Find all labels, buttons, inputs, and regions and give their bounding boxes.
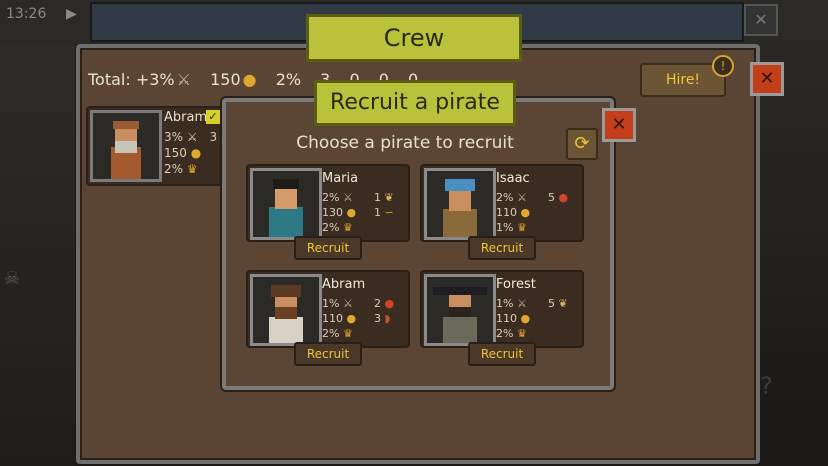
pirate-cost: 110 ●	[496, 206, 531, 219]
pirate-portrait-abram	[250, 274, 322, 346]
swords-icon: ⚔	[342, 297, 353, 310]
trophy-icon: ♛	[516, 327, 527, 340]
hire-alert-icon: !	[712, 55, 734, 77]
swords-icon: ⚔	[516, 297, 527, 310]
background-left	[0, 44, 75, 466]
apple-icon: ●	[384, 297, 395, 310]
pirate-trophy: 2% ♛	[322, 221, 353, 234]
play-icon[interactable]: ▶	[66, 6, 77, 22]
gold-icon: ●	[190, 146, 202, 160]
pirate-combat: 2% ⚔	[322, 191, 353, 204]
member-cost: 150 ●	[164, 146, 202, 160]
help-icon: ?	[760, 372, 773, 400]
wheat-icon: ❦	[384, 191, 394, 204]
swords-icon: ⚔	[176, 70, 191, 89]
pirate-resource: 5 ●	[548, 191, 569, 204]
pirate-combat: 1% ⚔	[496, 297, 527, 310]
background-close-icon[interactable]: ✕	[744, 4, 778, 36]
crew-title: Crew	[306, 14, 522, 62]
pirate-cost: 130 ●	[322, 206, 357, 219]
member-checkbox[interactable]: ✓	[206, 110, 220, 124]
pirate-name: Maria	[322, 171, 359, 186]
trophy-icon: ♛	[516, 221, 527, 234]
meat-icon: ◗	[384, 312, 391, 325]
pirate-cost: 110 ●	[496, 312, 531, 325]
recruit-button[interactable]: Recruit	[294, 342, 362, 366]
gold-icon: ●	[520, 206, 531, 219]
pirate-resource: 3 ◗	[374, 312, 391, 325]
pirate-resource: 1 ❦	[374, 191, 394, 204]
trophy-icon: ♛	[342, 327, 353, 340]
trophy-icon: ♛	[186, 162, 198, 176]
pirate-resource: 5 ❦	[548, 297, 568, 310]
pirate-trophy: 2% ♛	[496, 327, 527, 340]
swords-icon: ⚔	[342, 191, 353, 204]
apple-icon: ●	[558, 191, 569, 204]
swords-icon: ⚔	[516, 191, 527, 204]
pirate-name: Forest	[496, 277, 536, 292]
recruit-close-icon[interactable]: ✕	[602, 108, 636, 142]
pirate-resource: 1 ∽	[374, 206, 394, 219]
pirate-portrait-maria	[250, 168, 322, 240]
refresh-icon[interactable]: ⟳	[566, 128, 598, 160]
gold-icon: ●	[520, 312, 531, 325]
rope-icon: ∽	[384, 206, 394, 219]
wheat-icon: ❦	[558, 297, 568, 310]
pirate-combat: 2% ⚔	[496, 191, 527, 204]
pirate-resource: 2 ●	[374, 297, 395, 310]
pirate-trophy: 2% ♛	[322, 327, 353, 340]
gold-icon: ●	[242, 70, 257, 89]
gold-icon: ●	[346, 206, 357, 219]
pirate-portrait-isaac	[424, 168, 496, 240]
swords-icon: ⚔	[186, 130, 198, 144]
pirate-name: Abram	[322, 277, 366, 292]
gold-count: 150	[210, 70, 241, 89]
recruit-button[interactable]: Recruit	[468, 236, 536, 260]
total-bonus: Total: +3%	[88, 70, 175, 89]
background-right	[756, 44, 828, 466]
game-clock: 13:26	[6, 6, 47, 22]
recruit-title: Recruit a pirate	[314, 80, 516, 126]
member-trophy: 2% ♛	[164, 162, 198, 176]
crew-close-icon[interactable]: ✕	[750, 62, 784, 96]
recruit-subtitle: Choose a pirate to recruit	[296, 133, 514, 153]
pirate-name: Isaac	[496, 171, 530, 186]
member-name: Abram	[164, 110, 208, 125]
recruit-button[interactable]: Recruit	[294, 236, 362, 260]
pirate-cost: 110 ●	[322, 312, 357, 325]
gold-icon: ●	[346, 312, 357, 325]
trophy-icon: ♛	[342, 221, 353, 234]
pirate-combat: 1% ⚔	[322, 297, 353, 310]
member-combat: 3% ⚔ 3	[164, 130, 218, 144]
skull-icon: ☠	[4, 268, 21, 289]
pirate-trophy: 1% ♛	[496, 221, 527, 234]
recruit-button[interactable]: Recruit	[468, 342, 536, 366]
member-portrait	[90, 110, 162, 182]
stat-percent: 2%	[275, 70, 302, 89]
pirate-portrait-forest	[424, 274, 496, 346]
